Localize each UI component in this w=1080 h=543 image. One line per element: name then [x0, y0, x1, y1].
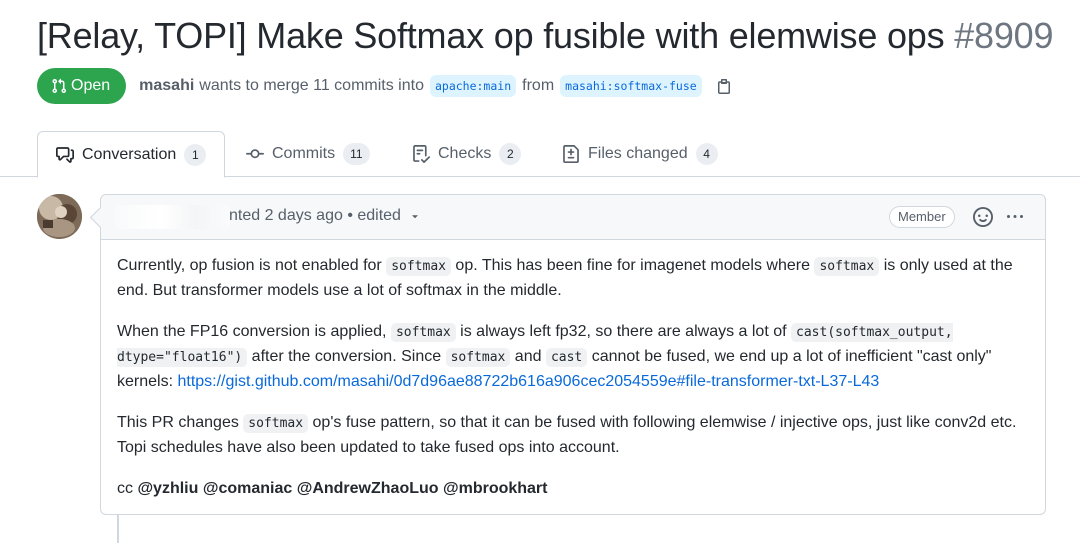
comment-discussion-icon	[56, 146, 74, 163]
blurred-author	[115, 205, 230, 229]
tab-counter: 2	[499, 143, 522, 165]
comment-body: Currently, op fusion is not enabled for …	[101, 240, 1045, 501]
timeline-line	[117, 515, 119, 543]
comment-paragraph-1: Currently, op fusion is not enabled for …	[117, 254, 1029, 303]
gist-link[interactable]: https://gist.github.com/masahi/0d7d96ae8…	[177, 373, 879, 390]
comment-timestamp[interactable]: nted 2 days ago • edited	[229, 207, 421, 225]
tab-counter: 4	[695, 143, 718, 165]
tab-label: Commits	[272, 145, 336, 162]
inline-code: cast	[545, 348, 588, 367]
kebab-horizontal-icon[interactable]	[1005, 209, 1025, 225]
tab-checks[interactable]: Checks 2	[412, 131, 522, 177]
text: When the FP16 conversion is applied,	[117, 323, 391, 340]
text: This PR changes	[117, 414, 244, 431]
tab-label: Checks	[438, 145, 492, 162]
copy-icon[interactable]	[716, 78, 732, 94]
inline-code: softmax	[814, 257, 880, 276]
triangle-down-icon[interactable]	[409, 210, 421, 222]
comment-header: nted 2 days ago • edited Member	[101, 195, 1045, 240]
text: and	[510, 348, 546, 365]
page-title: [Relay, TOPI] Make Softmax op fusible wi…	[37, 15, 1054, 57]
tab-label: Files changed	[588, 145, 688, 162]
mention-link[interactable]: @AndrewZhaoLuo	[297, 480, 439, 497]
text: is always left fp32, so there are always…	[455, 323, 792, 340]
inline-code: softmax	[390, 323, 456, 342]
tab-label: Conversation	[82, 145, 177, 163]
inline-code: softmax	[445, 348, 511, 367]
git-commit-icon	[246, 149, 264, 159]
comment-paragraph-2: When the FP16 conversion is applied, sof…	[117, 320, 1029, 394]
merge-text: wants to merge 11 commits into	[199, 77, 424, 94]
from-text: from	[522, 77, 555, 94]
timestamp-text: nted 2 days ago • edited	[229, 207, 401, 224]
tab-files-changed[interactable]: Files changed 4	[562, 131, 718, 177]
comment-box: nted 2 days ago • edited Member Currentl…	[100, 194, 1046, 515]
file-diff-icon	[563, 145, 579, 163]
inline-code: softmax	[243, 414, 309, 433]
pr-title: [Relay, TOPI] Make Softmax op fusible wi…	[37, 15, 945, 56]
tab-counter: 1	[184, 143, 207, 166]
mention-link[interactable]: @yzhliu	[137, 480, 198, 497]
checklist-icon	[413, 145, 430, 163]
text: op. This has been fine for imagenet mode…	[450, 257, 815, 274]
state-label: Open	[71, 77, 111, 94]
merge-summary: masahi wants to merge 11 commits into ap…	[139, 75, 732, 97]
smiley-icon[interactable]	[973, 207, 993, 227]
role-badge: Member	[889, 206, 955, 228]
comment-paragraph-3: This PR changes softmax op's fuse patter…	[117, 411, 1029, 460]
base-branch[interactable]: apache:main	[429, 75, 517, 97]
pr-meta-row: Open masahi wants to merge 11 commits in…	[37, 68, 732, 104]
cc-prefix: cc	[117, 480, 133, 497]
inline-code: softmax	[386, 257, 451, 276]
cc-line: cc @yzhliu @comaniac @AndrewZhaoLuo @mbr…	[117, 477, 1029, 501]
pr-tabs: Conversation 1 Commits 11 Checks 2 Files…	[0, 131, 1080, 178]
git-pull-request-icon	[52, 78, 66, 93]
mention-link[interactable]: @mbrookhart	[443, 480, 548, 497]
state-badge: Open	[37, 68, 127, 104]
pr-number: #8909	[954, 15, 1054, 56]
tab-conversation[interactable]: Conversation 1	[37, 131, 226, 178]
tab-commits[interactable]: Commits 11	[246, 131, 370, 177]
avatar[interactable]	[37, 194, 82, 239]
author-link[interactable]: masahi	[139, 77, 194, 95]
text: Currently, op fusion is not enabled for	[117, 257, 387, 274]
text: after the conversion. Since	[247, 348, 446, 365]
head-branch[interactable]: masahi:softmax-fuse	[560, 75, 702, 97]
tab-counter: 11	[343, 143, 370, 165]
mention-link[interactable]: @comaniac	[203, 480, 292, 497]
